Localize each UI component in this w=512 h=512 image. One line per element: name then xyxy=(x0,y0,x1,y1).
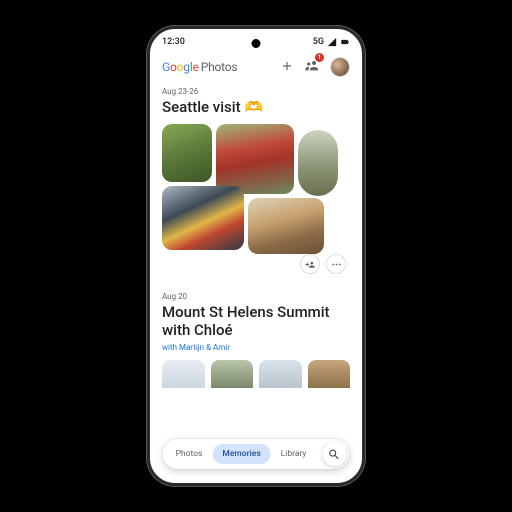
memory-title: Mount St Helens Summit with Chloé xyxy=(162,303,342,339)
photo-collage xyxy=(162,124,350,274)
more-button[interactable] xyxy=(326,254,346,274)
heart-hands-emoji: 🫶 xyxy=(245,98,264,116)
photo-tile[interactable] xyxy=(211,360,254,388)
memory-date: Aug 20 xyxy=(162,292,350,301)
memory-card-seattle[interactable]: Aug 23-26 Seattle visit 🫶 xyxy=(162,87,350,274)
status-time: 12:30 xyxy=(162,37,185,47)
photo-tile[interactable] xyxy=(248,198,324,254)
phone-frame: 12:30 5G GooglePhotos 1 Aug 23-26 Seattl… xyxy=(147,26,365,486)
sharing-icon[interactable]: 1 xyxy=(304,57,320,77)
content-scroll[interactable]: Aug 23-26 Seattle visit 🫶 xyxy=(150,87,362,388)
battery-icon xyxy=(340,37,350,47)
photo-tile[interactable] xyxy=(298,130,338,196)
photo-tile[interactable] xyxy=(162,360,205,388)
camera-hole xyxy=(252,39,261,48)
photo-tile[interactable] xyxy=(162,186,244,250)
collage-actions xyxy=(300,254,346,274)
tab-memories[interactable]: Memories xyxy=(212,444,270,464)
memory-title: Seattle visit 🫶 xyxy=(162,98,350,116)
photo-tile[interactable] xyxy=(259,360,302,388)
status-network: 5G xyxy=(313,37,324,47)
tab-library[interactable]: Library xyxy=(271,444,317,464)
memory-date: Aug 23-26 xyxy=(162,87,350,96)
google-photos-logo[interactable]: GooglePhotos xyxy=(162,60,237,74)
add-icon[interactable] xyxy=(280,58,294,77)
app-header: GooglePhotos 1 xyxy=(150,55,362,85)
avatar[interactable] xyxy=(330,57,350,77)
photo-tile[interactable] xyxy=(216,124,294,194)
photo-row-peek xyxy=(162,360,350,388)
photo-tile[interactable] xyxy=(308,360,351,388)
signal-icon xyxy=(327,37,337,47)
add-people-button[interactable] xyxy=(300,254,320,274)
notification-badge: 1 xyxy=(315,53,324,62)
memory-card-helens[interactable]: Aug 20 Mount St Helens Summit with Chloé… xyxy=(162,292,350,388)
status-right: 5G xyxy=(313,37,350,47)
tab-photos[interactable]: Photos xyxy=(166,444,213,464)
photo-tile[interactable] xyxy=(162,124,212,182)
memory-with[interactable]: with Martijn & Amir xyxy=(162,343,350,352)
header-actions: 1 xyxy=(280,57,350,77)
search-icon xyxy=(328,448,341,461)
bottom-nav: Photos Memories Library xyxy=(163,439,350,469)
search-button[interactable] xyxy=(322,442,346,466)
